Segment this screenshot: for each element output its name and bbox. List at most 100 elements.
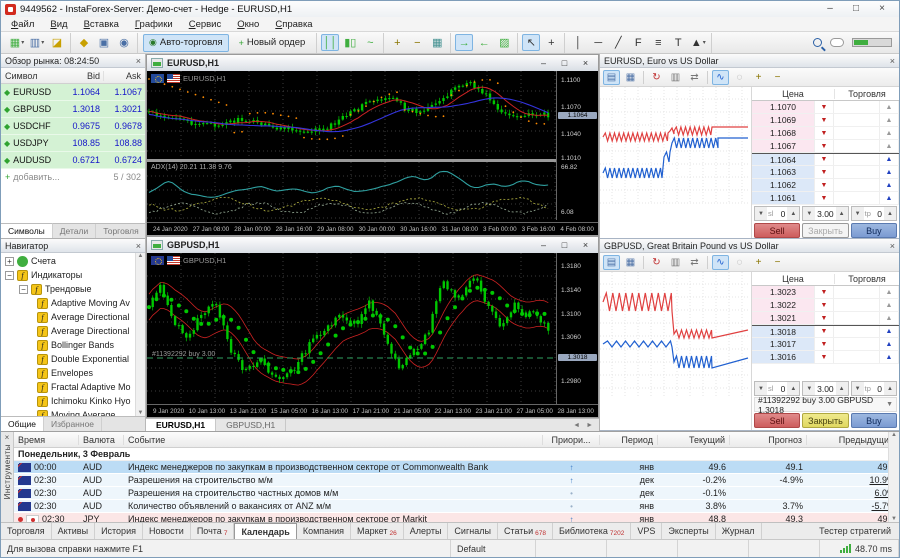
- transfer-icon[interactable]: ⇄: [686, 255, 703, 270]
- strategy-tester-label[interactable]: Тестер стратегий: [811, 523, 899, 539]
- maximize-icon[interactable]: □: [556, 57, 573, 69]
- expand-icon[interactable]: +: [5, 257, 14, 266]
- decrement-icon[interactable]: ▼: [803, 382, 815, 395]
- bubbles-icon[interactable]: ◌: [731, 70, 748, 85]
- ladder-row[interactable]: 1.3018▼▲: [752, 325, 899, 338]
- navigator-scrollbar[interactable]: ▲▼: [135, 253, 145, 416]
- market-watch-row[interactable]: ◆USDJPY108.85108.88: [1, 135, 145, 152]
- minimize-button[interactable]: –: [817, 3, 843, 16]
- chart-shift-icon[interactable]: ←: [475, 34, 493, 51]
- menu-Вид[interactable]: Вид: [42, 19, 75, 30]
- eurusd-close-button[interactable]: Закрыть: [802, 223, 848, 238]
- minimize-icon[interactable]: –: [535, 57, 552, 69]
- calendar-row[interactable]: 02:30AUDКоличество объявлений о вакансия…: [14, 500, 899, 513]
- gbpusd-price-axis[interactable]: 1.31801.31401.31001.30601.29801.3018: [556, 253, 598, 404]
- calendar-row[interactable]: 02:30JPYИндекс менеджеров по закупкам в …: [14, 513, 899, 522]
- zoom-in-icon[interactable]: +: [750, 70, 767, 85]
- decrement-icon[interactable]: ▼: [852, 382, 864, 395]
- eurusd-time-axis[interactable]: 24 Jan 202027 Jan 08:0028 Jan 00:0028 Ja…: [147, 222, 598, 235]
- add-symbol-label[interactable]: добавить...: [13, 172, 59, 182]
- gbpusd-close-button[interactable]: Закрыть: [802, 413, 848, 428]
- trade-cell[interactable]: [834, 101, 879, 113]
- gbpusd-chart-body[interactable]: GBPUSD,H1 #11392292 buy 3.00 1.31801.314…: [147, 253, 598, 417]
- eurusd-take-profit-stepper[interactable]: ▼tp0▲: [851, 206, 897, 221]
- expand-icon[interactable]: −: [5, 271, 14, 280]
- buy-chevron-icon[interactable]: ▲: [879, 192, 899, 204]
- sell-chevron-icon[interactable]: ▼: [814, 351, 834, 363]
- close-icon[interactable]: ×: [136, 56, 141, 66]
- menu-Сервис[interactable]: Сервис: [181, 19, 230, 30]
- buy-chevron-icon[interactable]: ▲: [879, 114, 899, 126]
- gbpusd-sell-button[interactable]: Sell: [754, 413, 800, 428]
- menu-Окно[interactable]: Окно: [229, 19, 267, 30]
- menu-Графики[interactable]: Графики: [127, 19, 181, 30]
- eurusd-price-plot[interactable]: [147, 71, 556, 159]
- indicator-item[interactable]: fDouble Exponential: [1, 352, 145, 366]
- scroll-up-icon[interactable]: ▲: [138, 253, 144, 259]
- column-header[interactable]: Символ: [1, 71, 61, 81]
- chat-icon[interactable]: [830, 38, 844, 47]
- buy-chevron-icon[interactable]: ▲: [879, 101, 899, 113]
- zoom-out-icon[interactable]: −: [408, 34, 426, 51]
- ladder-row[interactable]: 1.1070▼▲: [752, 101, 899, 114]
- buy-chevron-icon[interactable]: ▲: [879, 312, 899, 324]
- ladder-row[interactable]: 1.1067▼▲: [752, 140, 899, 153]
- increment-icon[interactable]: ▲: [884, 382, 896, 395]
- column-header[interactable]: Предыдущий: [807, 435, 899, 445]
- indicator-item[interactable]: fAverage Directional: [1, 324, 145, 338]
- menu-Вставка[interactable]: Вставка: [76, 19, 127, 30]
- buy-chevron-icon[interactable]: ▲: [879, 338, 899, 350]
- sell-chevron-icon[interactable]: ▼: [814, 127, 834, 139]
- buy-chevron-icon[interactable]: ▲: [879, 140, 899, 152]
- column-header[interactable]: Событие: [124, 435, 543, 445]
- calendar-row[interactable]: 02:30AUDРазрешения на строительство м/м↑…: [14, 474, 899, 487]
- buy-chevron-icon[interactable]: ▲: [879, 326, 899, 337]
- indicator-item[interactable]: fIchimoku Kinko Hyo: [1, 394, 145, 408]
- column-header[interactable]: Ask: [103, 71, 145, 81]
- toolbox-tab-Компания[interactable]: Компания: [297, 523, 351, 539]
- toolbox-tab-Календарь[interactable]: Календарь: [234, 523, 296, 539]
- trade-cell[interactable]: [834, 140, 879, 152]
- ladder-row[interactable]: 1.1061▼▲: [752, 192, 899, 205]
- toolbox-tab-VPS[interactable]: VPS: [631, 523, 662, 539]
- chevron-down-icon[interactable]: ▼: [886, 401, 893, 408]
- indicator-item[interactable]: fFractal Adaptive Mo: [1, 380, 145, 394]
- trade-cell[interactable]: [834, 312, 879, 324]
- sell-chevron-icon[interactable]: ▼: [814, 154, 834, 165]
- ladder-row[interactable]: 1.1069▼▲: [752, 114, 899, 127]
- calendar-row[interactable]: 02:30AUDРазрешения на строительство част…: [14, 487, 899, 500]
- indicator-item[interactable]: fBollinger Bands: [1, 338, 145, 352]
- ladder-row[interactable]: 1.1063▼▲: [752, 166, 899, 179]
- ladder-row[interactable]: 1.3016▼▲: [752, 351, 899, 364]
- gbpusd-position-row[interactable]: #11392292 buy 3.00 GBPUSD 1.3018▼: [754, 397, 897, 412]
- toolbox-tab-Активы[interactable]: Активы: [52, 523, 95, 539]
- tick-chart-icon[interactable]: ∿: [712, 70, 729, 85]
- buy-chevron-icon[interactable]: ▲: [879, 299, 899, 311]
- scroll-left-icon[interactable]: ◄: [573, 422, 580, 429]
- eurusd-sell-button[interactable]: Sell: [754, 223, 800, 238]
- maximize-icon[interactable]: □: [556, 239, 573, 251]
- ladder-row[interactable]: 1.1064▼▲: [752, 153, 899, 166]
- market-watch-icon[interactable]: ◆: [75, 34, 93, 51]
- menu-Справка[interactable]: Справка: [267, 19, 320, 30]
- eurusd-price-axis[interactable]: 1.11001.10701.10401.10101.106466.826.08: [556, 71, 598, 220]
- market-watch-add-row[interactable]: + добавить... 5 / 302: [1, 169, 145, 184]
- refresh-icon[interactable]: ↻: [648, 70, 665, 85]
- orders-icon[interactable]: ▥: [667, 255, 684, 270]
- toolbox-tab-Статьи[interactable]: Статьи678: [498, 523, 553, 539]
- sell-chevron-icon[interactable]: ▼: [814, 192, 834, 204]
- zoom-out-icon[interactable]: −: [769, 255, 786, 270]
- scroll-right-icon[interactable]: ►: [586, 422, 593, 429]
- tree-node-Индикаторы[interactable]: −fИндикаторы: [1, 268, 145, 282]
- market-watch-row[interactable]: ◆USDCHF0.96750.9678: [1, 118, 145, 135]
- calendar-scrollbar[interactable]: ▲▼: [888, 432, 899, 522]
- eurusd-tick-chart[interactable]: [600, 87, 752, 238]
- buy-chevron-icon[interactable]: ▲: [879, 286, 899, 298]
- increment-icon[interactable]: ▲: [787, 382, 799, 395]
- data-window-icon[interactable]: ▣: [95, 34, 113, 51]
- toolbox-tab-Библиотека[interactable]: Библиотека7202: [553, 523, 631, 539]
- panel-chart-mode-icon[interactable]: ▤: [603, 70, 620, 85]
- close-icon[interactable]: ×: [890, 241, 895, 251]
- sell-chevron-icon[interactable]: ▼: [814, 179, 834, 191]
- close-icon[interactable]: ×: [890, 56, 895, 66]
